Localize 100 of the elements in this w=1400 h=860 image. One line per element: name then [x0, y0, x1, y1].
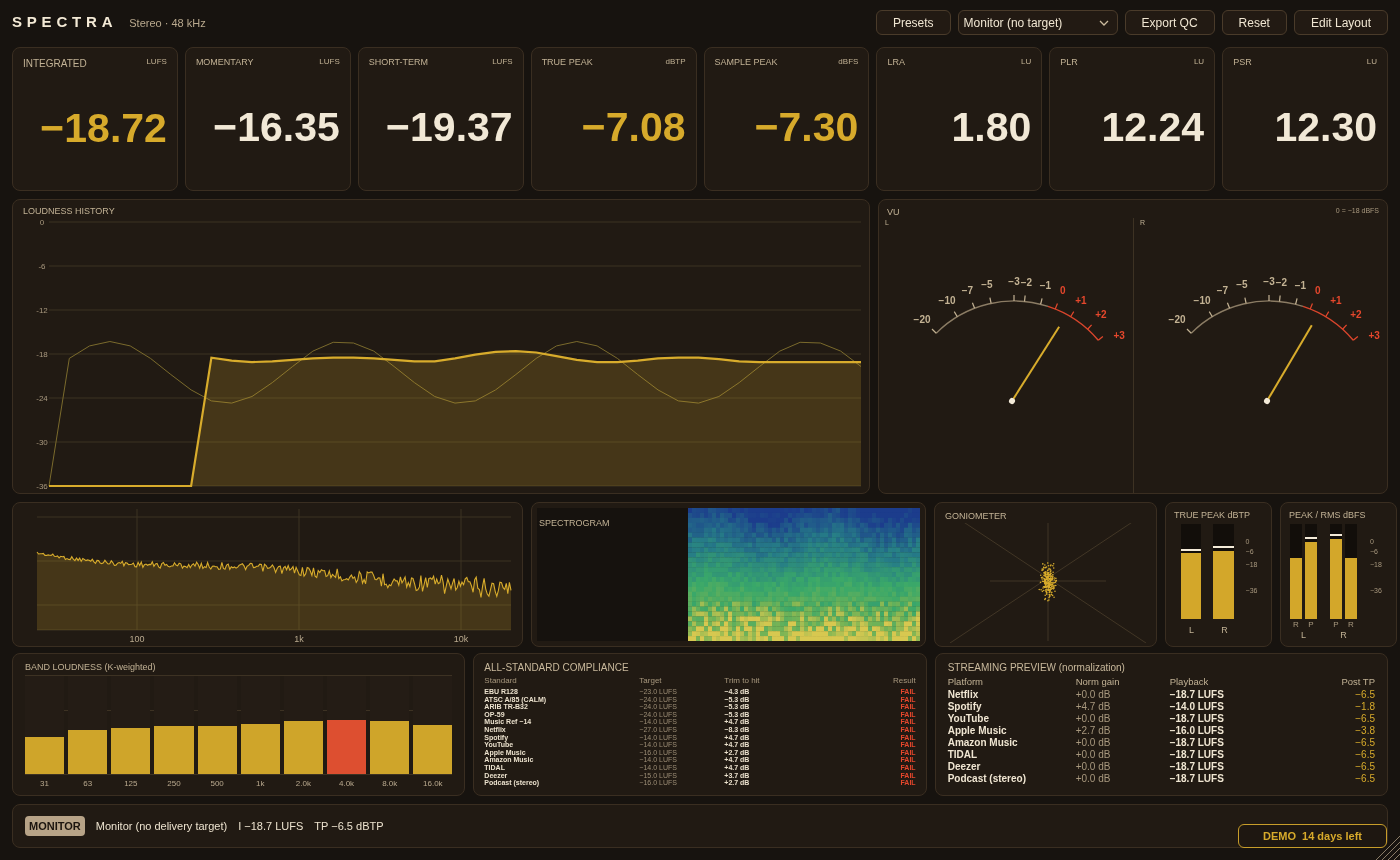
- scale-label: +3: [1113, 329, 1125, 341]
- table-cell-text: −18.7 LUFS: [1169, 749, 1225, 761]
- scale-label: −5: [1236, 278, 1248, 290]
- status-text: Monitor (no delivery target): [95, 818, 228, 834]
- panel-title: VU: [887, 206, 900, 218]
- demo-badge[interactable]: DEMO 14 days left: [1238, 824, 1387, 848]
- scale-label: −2: [1275, 276, 1288, 288]
- toolbar-button[interactable]: Edit Layout: [1293, 10, 1388, 35]
- scale-label: −3: [1263, 276, 1275, 287]
- toolbar-button[interactable]: Export QC: [1124, 10, 1215, 35]
- table-cell-text: +0.0 dB: [1075, 773, 1112, 785]
- metric-label: TRUE PEAK: [541, 56, 593, 69]
- metric-value: 12.24: [1101, 107, 1205, 149]
- scale-label: 0: [1314, 285, 1321, 297]
- panel-title: GONIOMETER: [944, 510, 1008, 523]
- table-cell-text: −14.0 LUFS: [1169, 701, 1225, 713]
- column-header: Norm gain: [1075, 676, 1121, 689]
- table-cell-text: +0.0 dB: [1075, 749, 1112, 761]
- table-cell-text: +0.0 dB: [1075, 761, 1112, 773]
- scale-label: 0: [1059, 285, 1066, 297]
- scale-label: +2: [1095, 309, 1107, 321]
- scale-label: −20: [1168, 314, 1186, 326]
- bar-label: R: [1347, 621, 1355, 629]
- table-cell-text: Spotify: [947, 701, 983, 713]
- badge-label: DEMO: [1263, 828, 1297, 844]
- status-text: I −18.7 LUFS: [238, 818, 304, 834]
- metric-unit: LU: [1021, 56, 1032, 68]
- metric-value: −18.72: [40, 108, 167, 149]
- axis-label: 31: [39, 778, 50, 790]
- target-select[interactable]: Monitor (no target): [957, 10, 1118, 35]
- scale-label: −20: [913, 314, 931, 326]
- metric-value: −19.37: [386, 107, 513, 149]
- channel-label: R: [1339, 629, 1348, 642]
- axis-label: 4.0k: [338, 778, 356, 790]
- table-cell-text: −3.8: [1354, 725, 1375, 737]
- axis-label: 250: [166, 778, 182, 790]
- table-cell-text: Podcast (stereo): [947, 773, 1027, 785]
- axis-label: 63: [82, 778, 94, 790]
- metric-label: PLR: [1060, 56, 1078, 69]
- metric-value: −7.30: [754, 107, 859, 149]
- table-cell-text: −6.5: [1354, 749, 1375, 761]
- scale-label: −1: [1294, 279, 1307, 291]
- badge-text: 14 days left: [1302, 828, 1362, 844]
- scale-label: −1: [1039, 279, 1052, 291]
- toolbar-button[interactable]: Presets: [875, 10, 951, 35]
- scale-label: −7: [961, 284, 974, 296]
- column-header: Post TP: [1341, 676, 1375, 689]
- metric-unit: dBTP: [665, 56, 686, 68]
- metric-unit: LUFS: [319, 56, 340, 68]
- axis-label: -36: [36, 482, 48, 490]
- scale-label: −10: [938, 294, 956, 306]
- table-cell-text: −18.7 LUFS: [1169, 761, 1225, 773]
- scale-label: +2: [1350, 309, 1362, 321]
- table-cell-text: −1.8: [1354, 701, 1375, 713]
- bar-label: P: [1332, 621, 1340, 629]
- toolbar-button[interactable]: Reset: [1221, 10, 1287, 35]
- table-cell-text: +0.0 dB: [1075, 713, 1112, 725]
- bar-label: R: [1292, 621, 1300, 629]
- axis-label: 10k: [453, 634, 469, 644]
- axis-label: -24: [36, 394, 48, 403]
- table-cell-text: Netflix: [947, 689, 980, 701]
- app-subtitle: Stereo · 48 kHz: [129, 16, 206, 32]
- table-cell-text: −6.5: [1354, 689, 1375, 701]
- column-header: Trim to hit: [724, 676, 761, 687]
- table-cell-text: −6.5: [1354, 713, 1375, 725]
- scale-label: −5: [981, 278, 993, 290]
- axis-label: 16.0k: [422, 778, 444, 790]
- scale-label: −7: [1216, 284, 1229, 296]
- metric-value: −16.35: [213, 107, 340, 149]
- panel-title: PEAK / RMS dBFS: [1289, 509, 1367, 522]
- table-cell-text: −6.5: [1354, 773, 1375, 785]
- status-text: TP −6.5 dBTP: [314, 818, 384, 834]
- app-logo: SPECTRA: [12, 12, 118, 33]
- axis-label: -18: [36, 350, 48, 359]
- metric-label: LRA: [887, 56, 905, 69]
- metric-label: SHORT-TERM: [368, 56, 429, 69]
- metric-label: INTEGRATED: [23, 57, 87, 71]
- metric-label: PSR: [1233, 56, 1252, 69]
- metric-value: 1.80: [951, 107, 1032, 149]
- scale-label: −3: [1008, 276, 1020, 287]
- table-cell-text: TIDAL: [947, 749, 979, 761]
- metric-unit: LU: [1366, 56, 1377, 68]
- scale-label: −10: [1193, 294, 1211, 306]
- scale-label: +1: [1330, 294, 1342, 306]
- panel-title: SPECTROGRAM: [539, 518, 610, 528]
- axis-label: 100: [129, 634, 145, 644]
- axis-label: -6: [38, 262, 46, 271]
- table-cell-text: YouTube: [947, 713, 990, 725]
- table-cell-text: +0.0 dB: [1075, 689, 1112, 701]
- bar-label: P: [1307, 621, 1315, 629]
- channel-label: L: [1188, 624, 1195, 637]
- axis-label: 8.0k: [381, 778, 399, 790]
- mode-badge: MONITOR: [25, 815, 85, 837]
- scale-label: +3: [1368, 329, 1380, 341]
- panel-title: ALL-STANDARD COMPLIANCE: [484, 661, 630, 675]
- table-cell-text: Apple Music: [947, 725, 1008, 737]
- scale-label: +1: [1075, 294, 1087, 306]
- table-cell-text: −6.5: [1354, 737, 1375, 749]
- table-cell-text: −18.7 LUFS: [1169, 689, 1225, 701]
- axis-label: 1k: [255, 778, 266, 790]
